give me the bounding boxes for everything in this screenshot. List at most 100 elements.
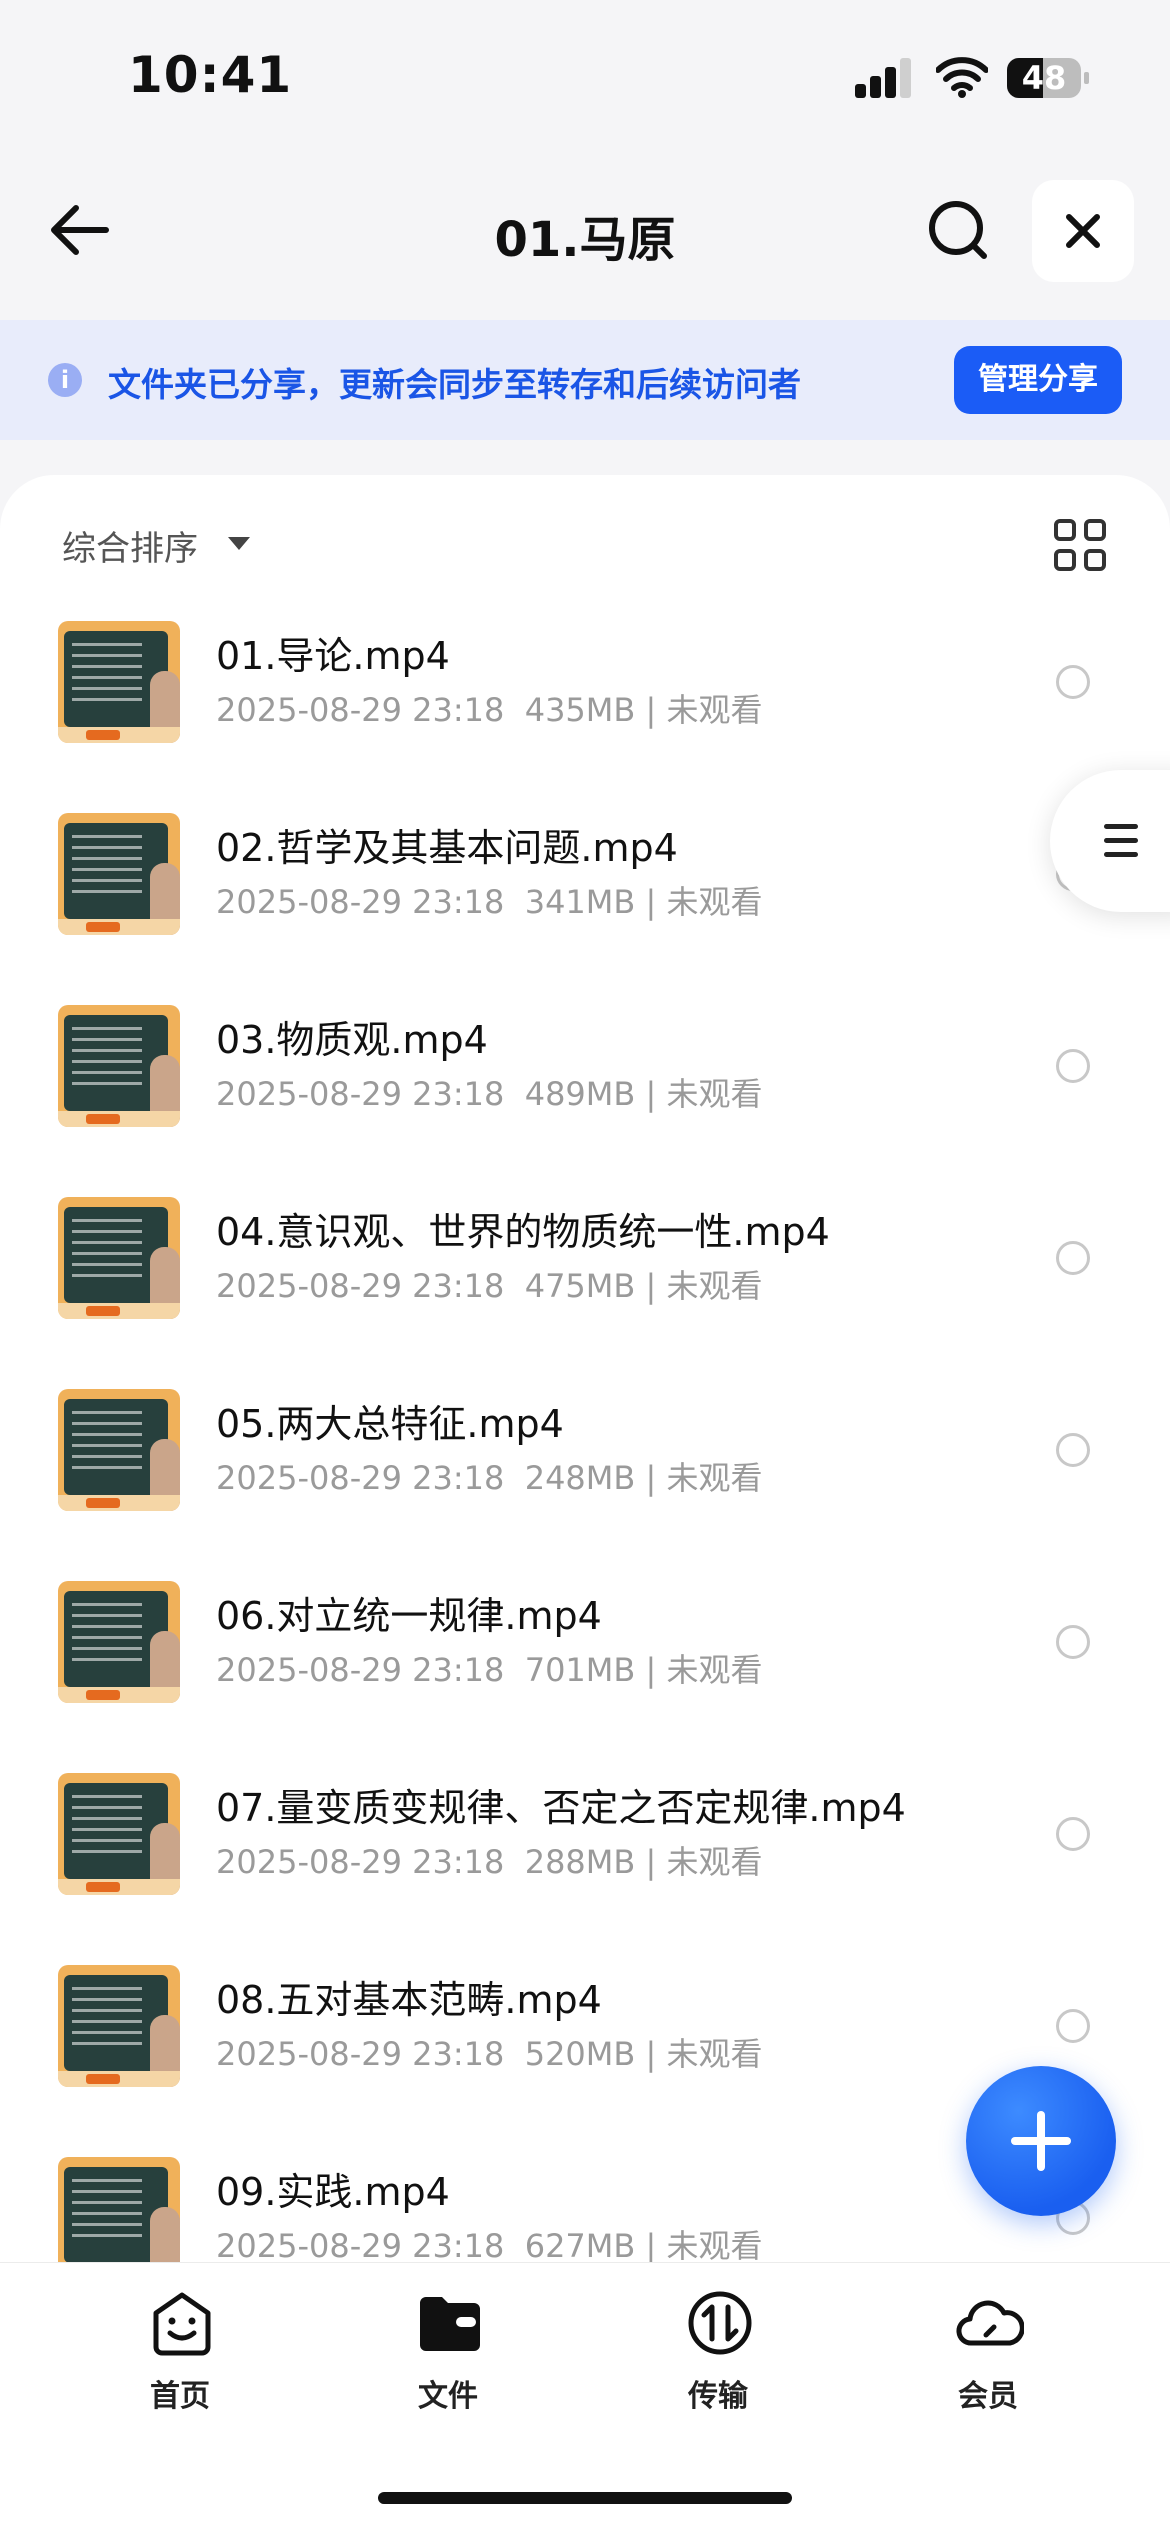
watch-status: 未观看 (666, 1267, 763, 1305)
file-size: 701MB (524, 1651, 636, 1689)
video-thumbnail (58, 1389, 180, 1511)
file-date: 2025-08-29 23:18 (216, 691, 505, 729)
file-date: 2025-08-29 23:18 (216, 1267, 505, 1305)
file-row[interactable]: 06.对立统一规律.mp4 2025-08-29 23:18 701MB | 未观… (0, 1573, 1170, 1765)
select-radio[interactable] (1056, 665, 1090, 699)
folder-icon (420, 2297, 480, 2351)
file-date: 2025-08-29 23:18 (216, 2035, 505, 2073)
video-thumbnail (58, 1581, 180, 1703)
file-meta: 2025-08-29 23:18 248MB | 未观看 (216, 1459, 763, 1497)
tab-label: 传输 (688, 2379, 748, 2414)
file-name: 01.导论.mp4 (216, 634, 450, 678)
watch-status: 未观看 (666, 2035, 763, 2073)
battery-indicator: 48 (1007, 58, 1089, 98)
info-icon: i (48, 363, 82, 397)
file-row[interactable]: 02.哲学及其基本问题.mp4 2025-08-29 23:18 341MB | … (0, 805, 1170, 997)
file-name: 04.意识观、世界的物质统一性.mp4 (216, 1210, 830, 1254)
cloud-icon (956, 2300, 1024, 2346)
file-date: 2025-08-29 23:18 (216, 2227, 505, 2265)
manage-share-button[interactable]: 管理分享 (954, 346, 1122, 414)
watch-status: 未观看 (666, 2227, 763, 2265)
select-radio[interactable] (1056, 1241, 1090, 1275)
sort-dropdown[interactable]: 综合排序 (62, 521, 198, 570)
file-date: 2025-08-29 23:18 (216, 883, 505, 921)
file-meta: 2025-08-29 23:18 701MB | 未观看 (216, 1651, 763, 1689)
tab-files[interactable]: 文件 (358, 2289, 538, 2414)
smile-face-icon (153, 2292, 211, 2356)
watch-status: 未观看 (666, 883, 763, 921)
tab-label: 文件 (418, 2379, 478, 2414)
select-radio[interactable] (1056, 2009, 1090, 2043)
menu-icon (1104, 824, 1138, 829)
caret-down-icon[interactable] (228, 537, 250, 550)
file-name: 09.实践.mp4 (216, 2170, 450, 2214)
file-name: 06.对立统一规律.mp4 (216, 1594, 602, 1638)
file-size: 248MB (524, 1459, 636, 1497)
file-date: 2025-08-29 23:18 (216, 1651, 505, 1689)
file-meta: 2025-08-29 23:18 288MB | 未观看 (216, 1843, 763, 1881)
tab-membership[interactable]: 会员 (898, 2289, 1078, 2414)
status-time: 10:41 (128, 46, 293, 104)
file-row[interactable]: 01.导论.mp4 2025-08-29 23:18 435MB | 未观看 (0, 613, 1170, 805)
close-button[interactable] (1032, 180, 1134, 282)
video-thumbnail (58, 1965, 180, 2087)
wifi-icon (936, 57, 988, 98)
file-row[interactable]: 05.两大总特征.mp4 2025-08-29 23:18 248MB | 未观看 (0, 1381, 1170, 1573)
video-thumbnail (58, 813, 180, 935)
video-thumbnail (58, 1197, 180, 1319)
file-date: 2025-08-29 23:18 (216, 1459, 505, 1497)
cellular-signal-icon (855, 58, 915, 98)
close-icon (1066, 214, 1100, 248)
file-row[interactable]: 03.物质观.mp4 2025-08-29 23:18 489MB | 未观看 (0, 997, 1170, 1189)
grid-view-icon[interactable] (1054, 519, 1106, 571)
file-meta: 2025-08-29 23:18 475MB | 未观看 (216, 1267, 763, 1305)
watch-status: 未观看 (666, 1651, 763, 1689)
select-radio[interactable] (1056, 1433, 1090, 1467)
video-thumbnail (58, 621, 180, 743)
file-row[interactable]: 07.量变质变规律、否定之否定规律.mp4 2025-08-29 23:18 28… (0, 1765, 1170, 1957)
file-size: 520MB (524, 2035, 636, 2073)
share-notice-banner: i 文件夹已分享，更新会同步至转存和后续访问者 管理分享 (0, 320, 1170, 440)
file-size: 627MB (524, 2227, 636, 2265)
tab-transfer[interactable]: 传输 (628, 2289, 808, 2414)
search-icon[interactable] (920, 192, 1000, 268)
tab-label: 首页 (150, 2379, 210, 2414)
home-indicator (378, 2492, 792, 2504)
watch-status: 未观看 (666, 1075, 763, 1113)
file-meta: 2025-08-29 23:18 520MB | 未观看 (216, 2035, 763, 2073)
file-row[interactable]: 04.意识观、世界的物质统一性.mp4 2025-08-29 23:18 475M… (0, 1189, 1170, 1381)
tab-home[interactable]: 首页 (90, 2289, 270, 2414)
battery-level: 48 (1021, 59, 1067, 97)
file-name: 07.量变质变规律、否定之否定规律.mp4 (216, 1786, 906, 1830)
file-meta: 2025-08-29 23:18 435MB | 未观看 (216, 691, 763, 729)
select-radio[interactable] (1056, 1625, 1090, 1659)
file-meta: 2025-08-29 23:18 627MB | 未观看 (216, 2227, 763, 2265)
file-name: 05.两大总特征.mp4 (216, 1402, 564, 1446)
file-size: 341MB (524, 883, 636, 921)
watch-status: 未观看 (666, 1459, 763, 1497)
video-thumbnail (58, 1773, 180, 1895)
share-notice-text: 文件夹已分享，更新会同步至转存和后续访问者 (108, 365, 801, 404)
file-date: 2025-08-29 23:18 (216, 1843, 505, 1881)
file-meta: 2025-08-29 23:18 489MB | 未观看 (216, 1075, 763, 1113)
file-size: 288MB (524, 1843, 636, 1881)
add-button[interactable] (966, 2066, 1116, 2216)
file-meta: 2025-08-29 23:18 341MB | 未观看 (216, 883, 763, 921)
watch-status: 未观看 (666, 691, 763, 729)
file-name: 03.物质观.mp4 (216, 1018, 488, 1062)
file-size: 489MB (524, 1075, 636, 1113)
select-radio[interactable] (1056, 1817, 1090, 1851)
file-name: 08.五对基本范畴.mp4 (216, 1978, 602, 2022)
tab-label: 会员 (958, 2379, 1018, 2414)
select-radio[interactable] (1056, 1049, 1090, 1083)
navigation-bar: 01.马原 (0, 170, 1170, 290)
transfer-icon (688, 2291, 752, 2355)
status-bar: 10:41 48 (0, 0, 1170, 150)
watch-status: 未观看 (666, 1843, 763, 1881)
file-size: 435MB (524, 691, 636, 729)
file-name: 02.哲学及其基本问题.mp4 (216, 826, 678, 870)
video-thumbnail (58, 2157, 180, 2279)
video-thumbnail (58, 1005, 180, 1127)
file-list-card: 综合排序 01.导论.mp4 2025-08-29 23:18 435MB | 未… (0, 475, 1170, 2285)
file-size: 475MB (524, 1267, 636, 1305)
